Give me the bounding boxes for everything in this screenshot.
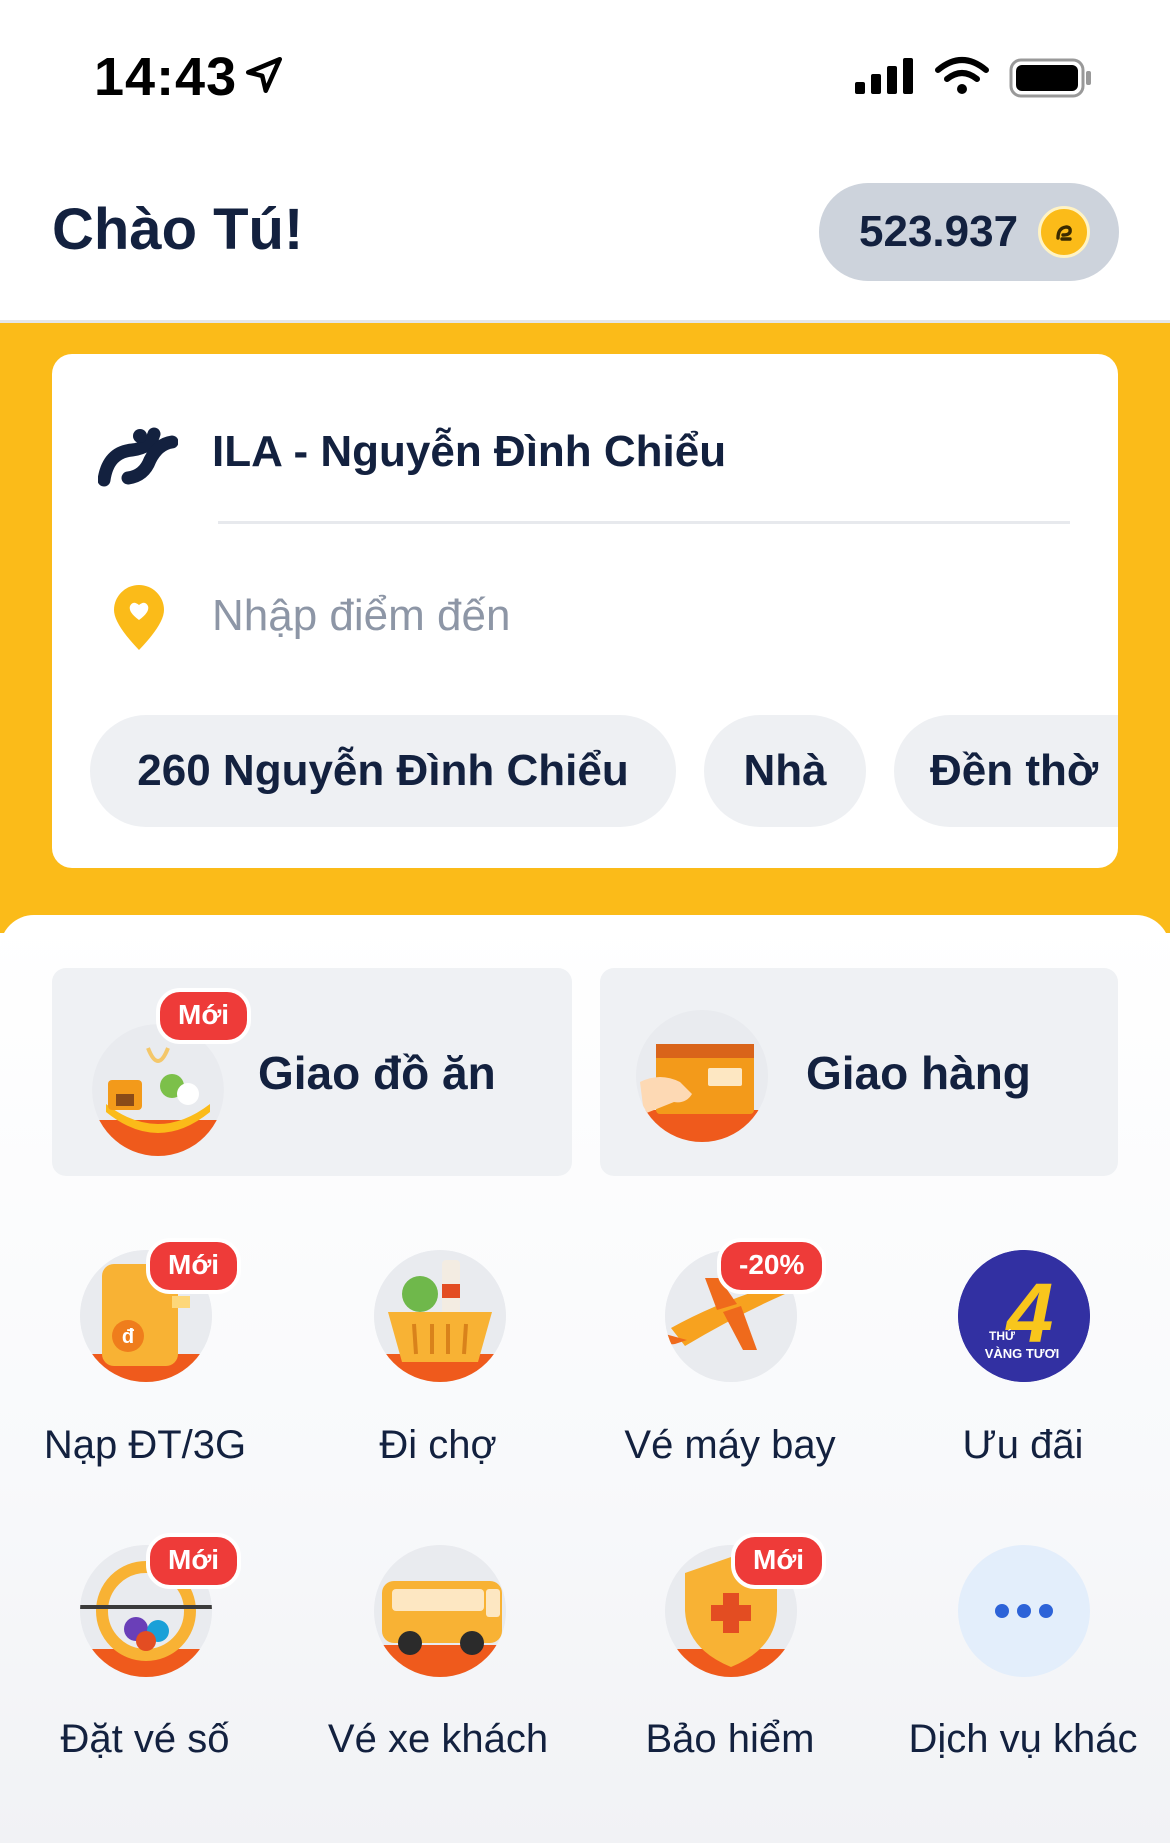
service-label: Bảo hiểm [645, 1717, 815, 1761]
new-badge: Mới [146, 1238, 242, 1294]
parcel-delivery-card[interactable]: Giao hàng [600, 968, 1118, 1176]
new-badge: Mới [156, 988, 252, 1044]
coin-balance-button[interactable]: 523.937 [819, 183, 1119, 281]
saved-place-chip[interactable]: Nhà [704, 715, 866, 827]
coin-balance-value: 523.937 [859, 207, 1019, 256]
svg-text:THỨ: THỨ [989, 1328, 1015, 1343]
golden-thursday-icon: 4 THỨ VÀNG TƯƠI [958, 1250, 1090, 1382]
service-label: Đặt vé số [60, 1717, 230, 1761]
location-arrow-icon [245, 56, 283, 94]
service-label: Vé máy bay [624, 1423, 836, 1467]
card-divider [218, 521, 1070, 524]
svg-text:VÀNG TƯƠI: VÀNG TƯƠI [985, 1346, 1060, 1361]
service-label: Ưu đãi [962, 1423, 1084, 1467]
cellular-signal-icon [855, 58, 913, 94]
svg-text:đ: đ [122, 1326, 135, 1348]
coin-icon [1038, 206, 1091, 258]
service-label: Đi chợ [379, 1423, 497, 1467]
service-label: Nạp ĐT/3G [43, 1423, 247, 1467]
saved-place-chip[interactable]: Đền thờ [894, 715, 1118, 827]
more-icon [958, 1545, 1090, 1677]
saved-place-chip[interactable]: 260 Nguyễn Đình Chiểu [90, 715, 676, 827]
service-label: Vé xe khách [327, 1717, 549, 1761]
discount-badge: -20% [717, 1238, 827, 1294]
new-badge: Mới [731, 1533, 827, 1589]
service-label: Dịch vụ khác [908, 1717, 1138, 1761]
status-time: 14:43 [94, 47, 238, 107]
bus-icon [374, 1545, 506, 1677]
greeting-title: Chào Tú! [52, 197, 304, 262]
parcel-icon [636, 1010, 768, 1142]
pickup-location[interactable]: ILA - Nguyễn Đình Chiểu [212, 427, 726, 477]
pickup-logo-icon [98, 427, 178, 487]
food-delivery-label: Giao đồ ăn [258, 1047, 496, 1099]
parcel-delivery-label: Giao hàng [806, 1047, 1031, 1099]
new-badge: Mới [146, 1533, 242, 1589]
destination-pin-icon [114, 585, 164, 650]
grocery-basket-icon [374, 1250, 506, 1382]
wifi-icon [935, 57, 989, 94]
food-delivery-card[interactable]: Mới Giao đồ ăn [52, 968, 572, 1176]
saved-places-row: 260 Nguyễn Đình Chiểu Nhà Đền thờ [90, 715, 1118, 827]
battery-icon [1009, 58, 1091, 98]
destination-input[interactable]: Nhập điểm đến [212, 591, 510, 641]
